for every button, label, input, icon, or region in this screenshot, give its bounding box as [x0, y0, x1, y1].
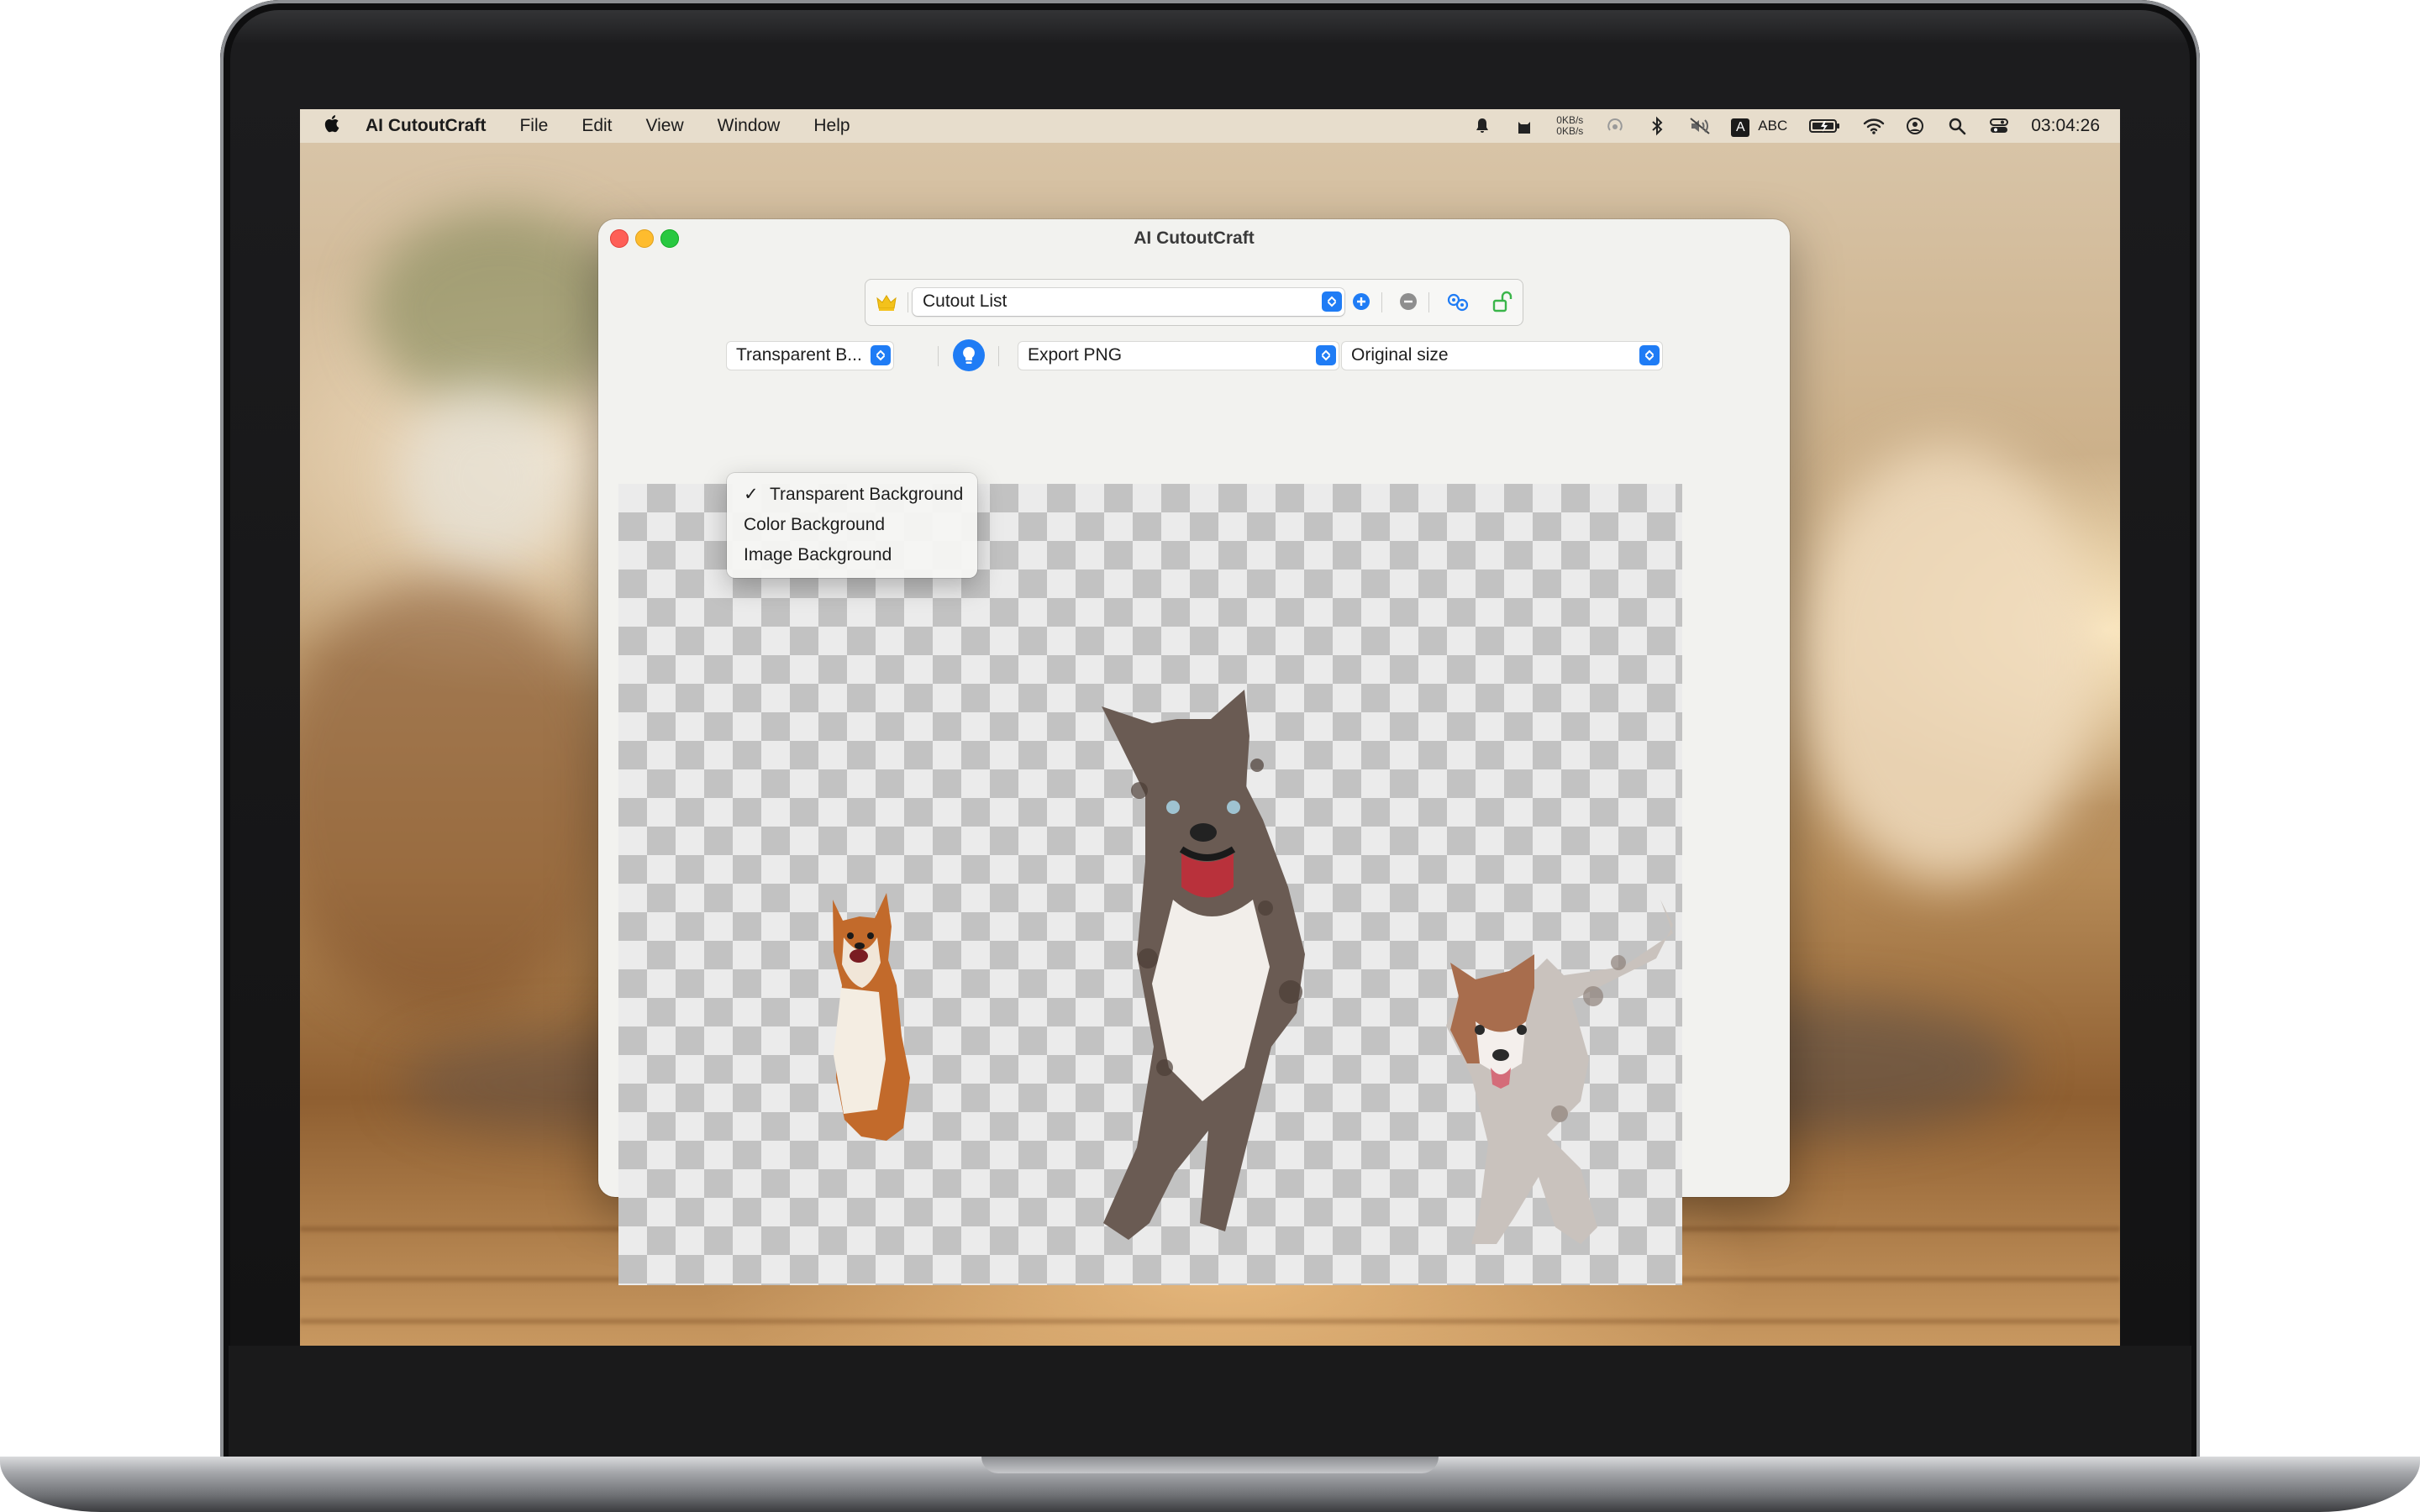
apple-menu-icon[interactable]: [312, 113, 354, 139]
cat-icon[interactable]: [1514, 116, 1534, 136]
mute-icon[interactable]: [1689, 116, 1710, 136]
toolbar-separator: [938, 346, 939, 366]
background-mode-dropdown[interactable]: Transparent B...: [727, 342, 893, 370]
wallpaper-plant: [367, 210, 636, 412]
menu-file[interactable]: File: [502, 116, 565, 136]
search-icon[interactable]: [1947, 116, 1967, 136]
menubar-clock[interactable]: 03:04:26: [2031, 116, 2100, 136]
control-center-icon[interactable]: [1989, 116, 2009, 136]
lightbulb-button[interactable]: [953, 339, 985, 371]
user-icon[interactable]: [1905, 116, 1925, 136]
menu-item-label: Image Background: [744, 545, 892, 564]
menu-app-name[interactable]: AI CutoutCraft: [354, 116, 502, 136]
background-mode-menu: ✓ Transparent Background Color Backgroun…: [727, 473, 977, 578]
australian-shepherd-cutout[interactable]: [1047, 690, 1358, 1285]
chevron-updown-icon: [1316, 345, 1336, 365]
battery-icon[interactable]: [1809, 116, 1841, 136]
background-mode-label: Transparent B...: [736, 345, 862, 365]
network-speed[interactable]: 0KB/s 0KB/s: [1556, 115, 1583, 137]
input-source[interactable]: A: [1731, 116, 1750, 137]
unlock-icon[interactable]: [1491, 291, 1513, 314]
export-size-dropdown[interactable]: Original size: [1342, 342, 1662, 370]
input-source-icon: A: [1731, 118, 1750, 137]
cutout-list-dropdown[interactable]: Cutout List: [913, 288, 1344, 316]
export-size-label: Original size: [1351, 345, 1449, 365]
input-source-label: ABC: [1758, 118, 1788, 134]
title-bar[interactable]: AI CutoutCraft: [598, 219, 1790, 258]
wallpaper-table: [300, 580, 619, 1016]
menu-help[interactable]: Help: [797, 116, 866, 136]
chevron-updown-icon: [1639, 345, 1660, 365]
wifi-icon[interactable]: [1863, 116, 1885, 136]
menu-view[interactable]: View: [629, 116, 701, 136]
menu-window[interactable]: Window: [701, 116, 797, 136]
australian-shepherd-puppy-cutout[interactable]: [1408, 895, 1677, 1273]
link-settings-icon[interactable]: [1445, 291, 1470, 314]
airdrop-icon[interactable]: [1605, 116, 1625, 136]
toolbar-separator: [998, 346, 999, 366]
menu-item-image-background[interactable]: Image Background: [727, 540, 977, 570]
laptop-notch: [981, 1457, 1439, 1473]
status-menus: 0KB/s 0KB/s A ABC 03:04:26: [1472, 115, 2120, 137]
menu-item-label: Color Background: [744, 515, 886, 534]
cutout-list-label: Cutout List: [923, 291, 1007, 311]
menu-item-transparent-background[interactable]: ✓ Transparent Background: [727, 480, 977, 510]
window-title: AI CutoutCraft: [1134, 228, 1255, 248]
menu-edit[interactable]: Edit: [565, 116, 629, 136]
export-format-label: Export PNG: [1028, 345, 1123, 365]
checkmark-icon: ✓: [744, 485, 759, 504]
bluetooth-icon[interactable]: [1647, 116, 1667, 136]
chevron-updown-icon: [1322, 291, 1342, 312]
app-window: AI CutoutCraft Cutout List Transparent B…: [598, 219, 1790, 1285]
crown-icon[interactable]: [874, 289, 899, 314]
corgi-cutout[interactable]: [803, 887, 913, 1164]
menu-bar: AI CutoutCraft File Edit View Window Hel…: [300, 109, 2120, 143]
export-format-dropdown[interactable]: Export PNG: [1018, 342, 1339, 370]
net-down-speed: 0KB/s: [1556, 125, 1584, 137]
toolbar-separator: [1381, 292, 1382, 312]
wallpaper-pot: [401, 386, 569, 571]
chevron-updown-icon: [871, 345, 891, 365]
bell-icon[interactable]: [1472, 116, 1492, 136]
add-cutout-button[interactable]: [1353, 293, 1370, 310]
menu-item-color-background[interactable]: Color Background: [727, 510, 977, 540]
wallpaper-cushion: [1796, 445, 2098, 882]
desktop-screen: AI CutoutCraft File Edit View Window Hel…: [300, 109, 2120, 1346]
menu-item-label: Transparent Background: [770, 485, 964, 504]
cutout-toolbar: Cutout List: [865, 279, 1523, 326]
toolbar-separator: [1428, 292, 1429, 312]
remove-cutout-button[interactable]: [1400, 293, 1417, 310]
laptop-bezel: [229, 1346, 2191, 1463]
cutout-canvas[interactable]: [618, 484, 1682, 1285]
floor-line: [300, 1319, 2120, 1324]
